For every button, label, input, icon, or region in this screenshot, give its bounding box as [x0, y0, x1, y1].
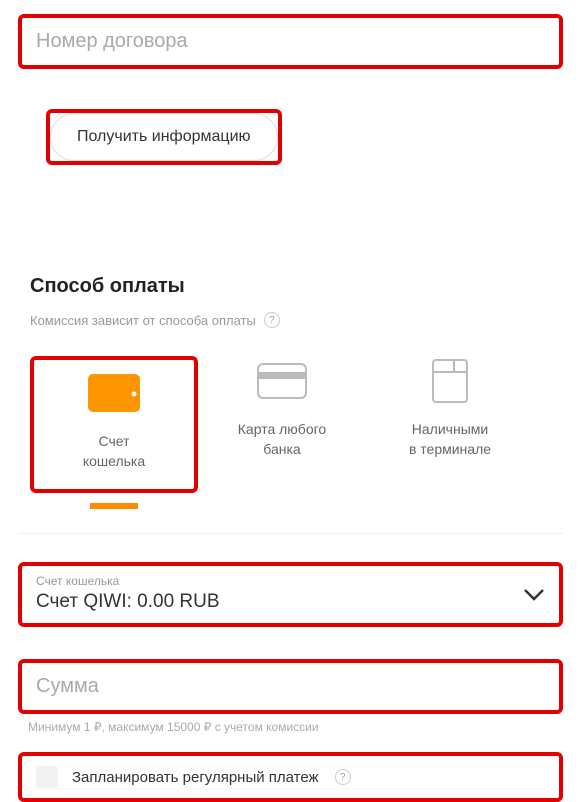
wallet-label-line1: Счет: [99, 433, 130, 449]
amount-placeholder: Сумма: [36, 675, 545, 698]
terminal-icon: [432, 359, 468, 403]
payment-option-card[interactable]: Карта любого банка: [198, 356, 366, 493]
schedule-help-icon[interactable]: ?: [335, 769, 351, 785]
cash-label-line2: в терминале: [409, 441, 491, 457]
divider: [18, 533, 563, 534]
amount-input[interactable]: Сумма: [18, 659, 563, 714]
card-icon: [257, 363, 307, 399]
card-label-line1: Карта любого: [238, 421, 326, 437]
card-label-line2: банка: [263, 441, 300, 457]
wallet-icon: [88, 374, 140, 412]
chevron-down-icon: [523, 588, 545, 602]
contract-number-input[interactable]: Номер договора: [18, 14, 563, 69]
get-info-button-label: Получить информацию: [77, 128, 251, 145]
wallet-account-select[interactable]: Счет кошелька Счет QIWI: 0.00 RUB: [18, 562, 563, 627]
cash-label-line1: Наличными: [412, 421, 488, 437]
wallet-select-floating-label: Счет кошелька: [36, 574, 545, 588]
wallet-label-line2: кошелька: [83, 453, 145, 469]
commission-note-row: Комиссия зависит от способа оплаты ?: [30, 312, 581, 328]
schedule-label: Запланировать регулярный платеж: [72, 769, 319, 786]
contract-number-placeholder: Номер договора: [36, 30, 545, 53]
commission-note-text: Комиссия зависит от способа оплаты: [30, 313, 256, 328]
payment-option-wallet[interactable]: Счет кошелька: [30, 356, 198, 493]
commission-help-icon[interactable]: ?: [264, 312, 280, 328]
schedule-checkbox[interactable]: [36, 766, 58, 788]
schedule-payment-row[interactable]: Запланировать регулярный платеж ?: [18, 752, 563, 802]
get-info-button[interactable]: Получить информацию: [50, 113, 278, 161]
payment-option-cash[interactable]: Наличными в терминале: [366, 356, 534, 493]
amount-hint: Минимум 1 ₽, максимум 15000 ₽ с учетом к…: [28, 720, 581, 734]
payment-method-title: Способ оплаты: [30, 275, 581, 298]
payment-method-options: Счет кошелька Карта любого банка: [30, 356, 581, 513]
wallet-select-value: Счет QIWI: 0.00 RUB: [36, 591, 545, 613]
